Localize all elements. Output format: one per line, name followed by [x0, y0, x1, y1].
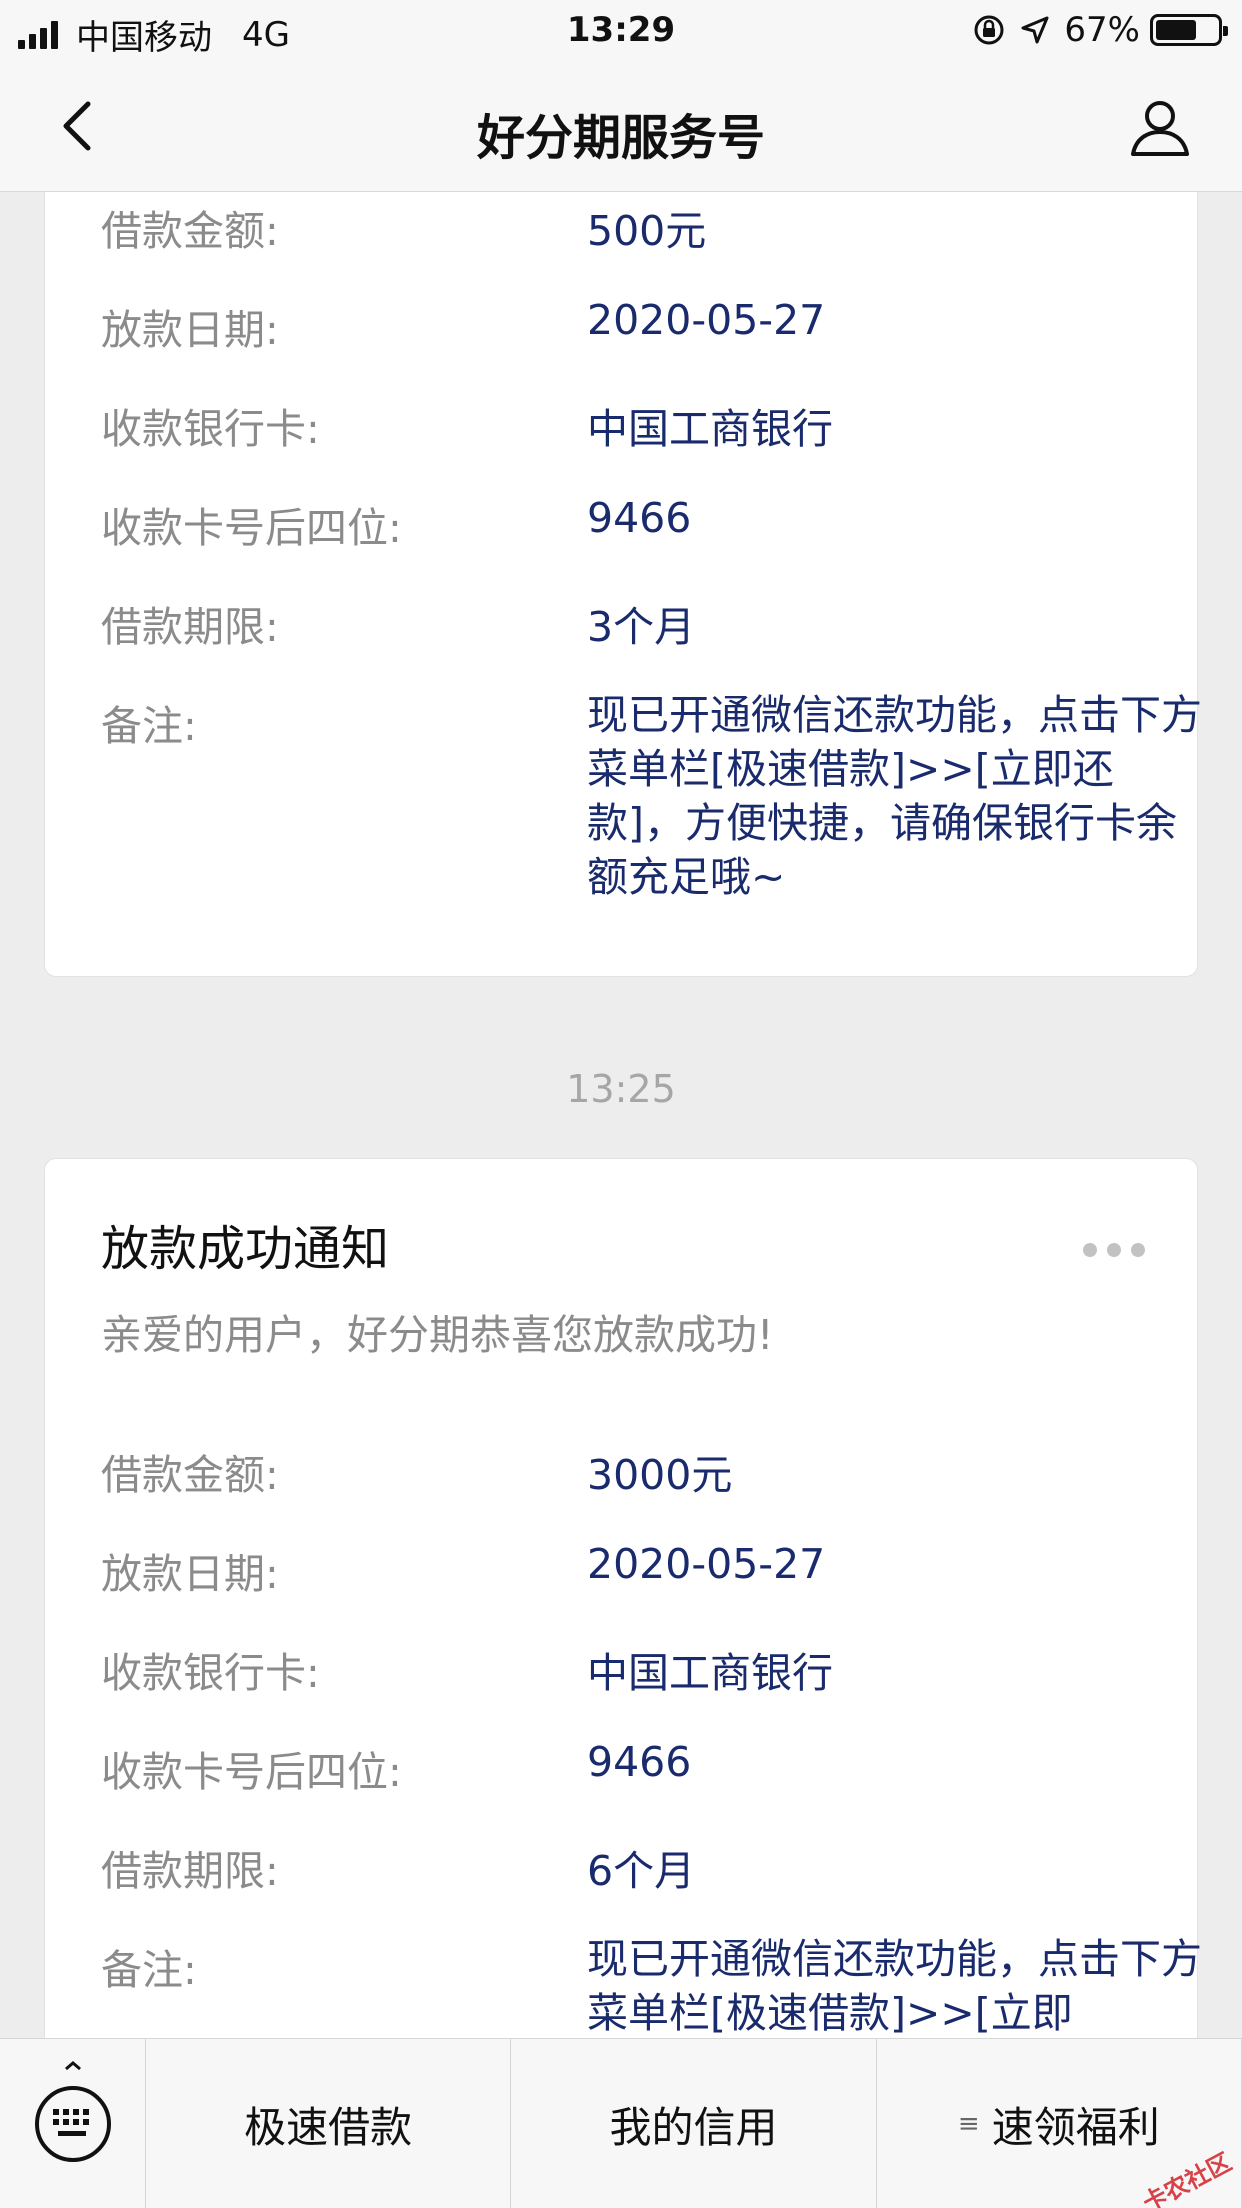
detail-row: 备注: 现已开通微信还款功能，点击下方菜单栏[极速借款]>>[立即: [101, 1935, 1202, 2037]
row-label: 借款期限:: [101, 1847, 279, 1895]
row-value: 9466: [587, 494, 692, 542]
detail-row: 放款日期: 2020-05-27: [101, 296, 1141, 354]
row-label: 放款日期:: [101, 306, 279, 354]
menu-item-label: 速领福利: [991, 2102, 1160, 2152]
row-value: 中国工商银行: [587, 405, 833, 453]
row-value: 现已开通微信还款功能，点击下方菜单栏[极速借款]>>[立即还款]，方便快捷，请确…: [587, 691, 1202, 901]
menu-item-my-credit[interactable]: 我的信用: [511, 2039, 877, 2208]
battery-icon: [1150, 14, 1228, 46]
status-right: 67%: [972, 10, 1228, 50]
navigation-bar: 好分期服务号: [0, 62, 1242, 192]
row-label: 借款金额:: [101, 1451, 279, 1499]
row-value: 500元: [587, 207, 707, 255]
row-value: 3000元: [587, 1451, 733, 1499]
person-icon[interactable]: [1128, 96, 1192, 160]
row-value: 现已开通微信还款功能，点击下方菜单栏[极速借款]>>[立即: [587, 1935, 1202, 2037]
detail-row: 借款金额: 3000元: [101, 1441, 1141, 1499]
menu-item-label: 极速借款: [244, 2102, 413, 2152]
row-value: 中国工商银行: [587, 1649, 833, 1697]
card-title: 放款成功通知: [101, 1221, 390, 1277]
detail-row: 收款卡号后四位: 9466: [101, 494, 1141, 552]
status-bar: 中国移动 4G 13:29 67%: [0, 0, 1242, 62]
row-label: 备注:: [101, 1946, 197, 1994]
submenu-indicator-icon: ≡: [957, 2109, 980, 2139]
row-value: 2020-05-27: [587, 1540, 826, 1588]
row-label: 收款银行卡:: [101, 405, 320, 453]
detail-row: 收款银行卡: 中国工商银行: [101, 1639, 1141, 1697]
row-label: 放款日期:: [101, 1550, 279, 1598]
detail-row: 备注: 现已开通微信还款功能，点击下方菜单栏[极速借款]>>[立即还款]，方便快…: [101, 691, 1202, 901]
wechat-official-account-chat: 中国移动 4G 13:29 67% 好分期服务号 借款金额: 500元 放款日期…: [0, 0, 1242, 2208]
service-menu-bar: 极速借款 我的信用 ≡ 速领福利 卡农社区: [0, 2038, 1242, 2208]
detail-row: 收款卡号后四位: 9466: [101, 1738, 1141, 1796]
menu-item-quick-loan[interactable]: 极速借款: [146, 2039, 512, 2208]
loan-notification-card[interactable]: 借款金额: 500元 放款日期: 2020-05-27 收款银行卡: 中国工商银…: [44, 192, 1202, 977]
row-label: 收款卡号后四位:: [101, 504, 402, 552]
more-options-icon[interactable]: [1073, 1243, 1145, 1257]
menu-item-label: 我的信用: [609, 2102, 778, 2152]
battery-percent: 67%: [1064, 10, 1140, 50]
row-value: 2020-05-27: [587, 296, 826, 344]
row-value: 9466: [587, 1738, 692, 1786]
row-label: 借款期限:: [101, 603, 279, 651]
battery-fill: [1156, 20, 1197, 40]
chat-message-list[interactable]: 借款金额: 500元 放款日期: 2020-05-27 收款银行卡: 中国工商银…: [0, 192, 1242, 2038]
detail-row: 收款银行卡: 中国工商银行: [101, 395, 1141, 453]
page-title: 好分期服务号: [476, 110, 765, 166]
location-arrow-icon: [1020, 15, 1050, 45]
row-label: 借款金额:: [101, 207, 279, 255]
row-label: 备注:: [101, 702, 197, 750]
detail-row: 借款期限: 6个月: [101, 1837, 1141, 1895]
row-label: 收款卡号后四位:: [101, 1748, 402, 1796]
detail-row: 放款日期: 2020-05-27: [101, 1540, 1141, 1598]
detail-row: 借款金额: 500元: [101, 197, 1141, 255]
row-label: 收款银行卡:: [101, 1649, 320, 1697]
row-value: 6个月: [587, 1847, 696, 1895]
card-greeting: 亲爱的用户，好分期恭喜您放款成功!: [101, 1311, 774, 1359]
keyboard-icon[interactable]: [0, 2039, 146, 2208]
message-timestamp: 13:25: [566, 1067, 676, 1111]
row-value: 3个月: [587, 603, 696, 651]
detail-row: 借款期限: 3个月: [101, 593, 1141, 651]
loan-success-notification-card[interactable]: 放款成功通知 亲爱的用户，好分期恭喜您放款成功! 借款金额: 3000元 放款日…: [44, 1158, 1202, 2038]
rotation-lock-icon: [972, 13, 1006, 47]
